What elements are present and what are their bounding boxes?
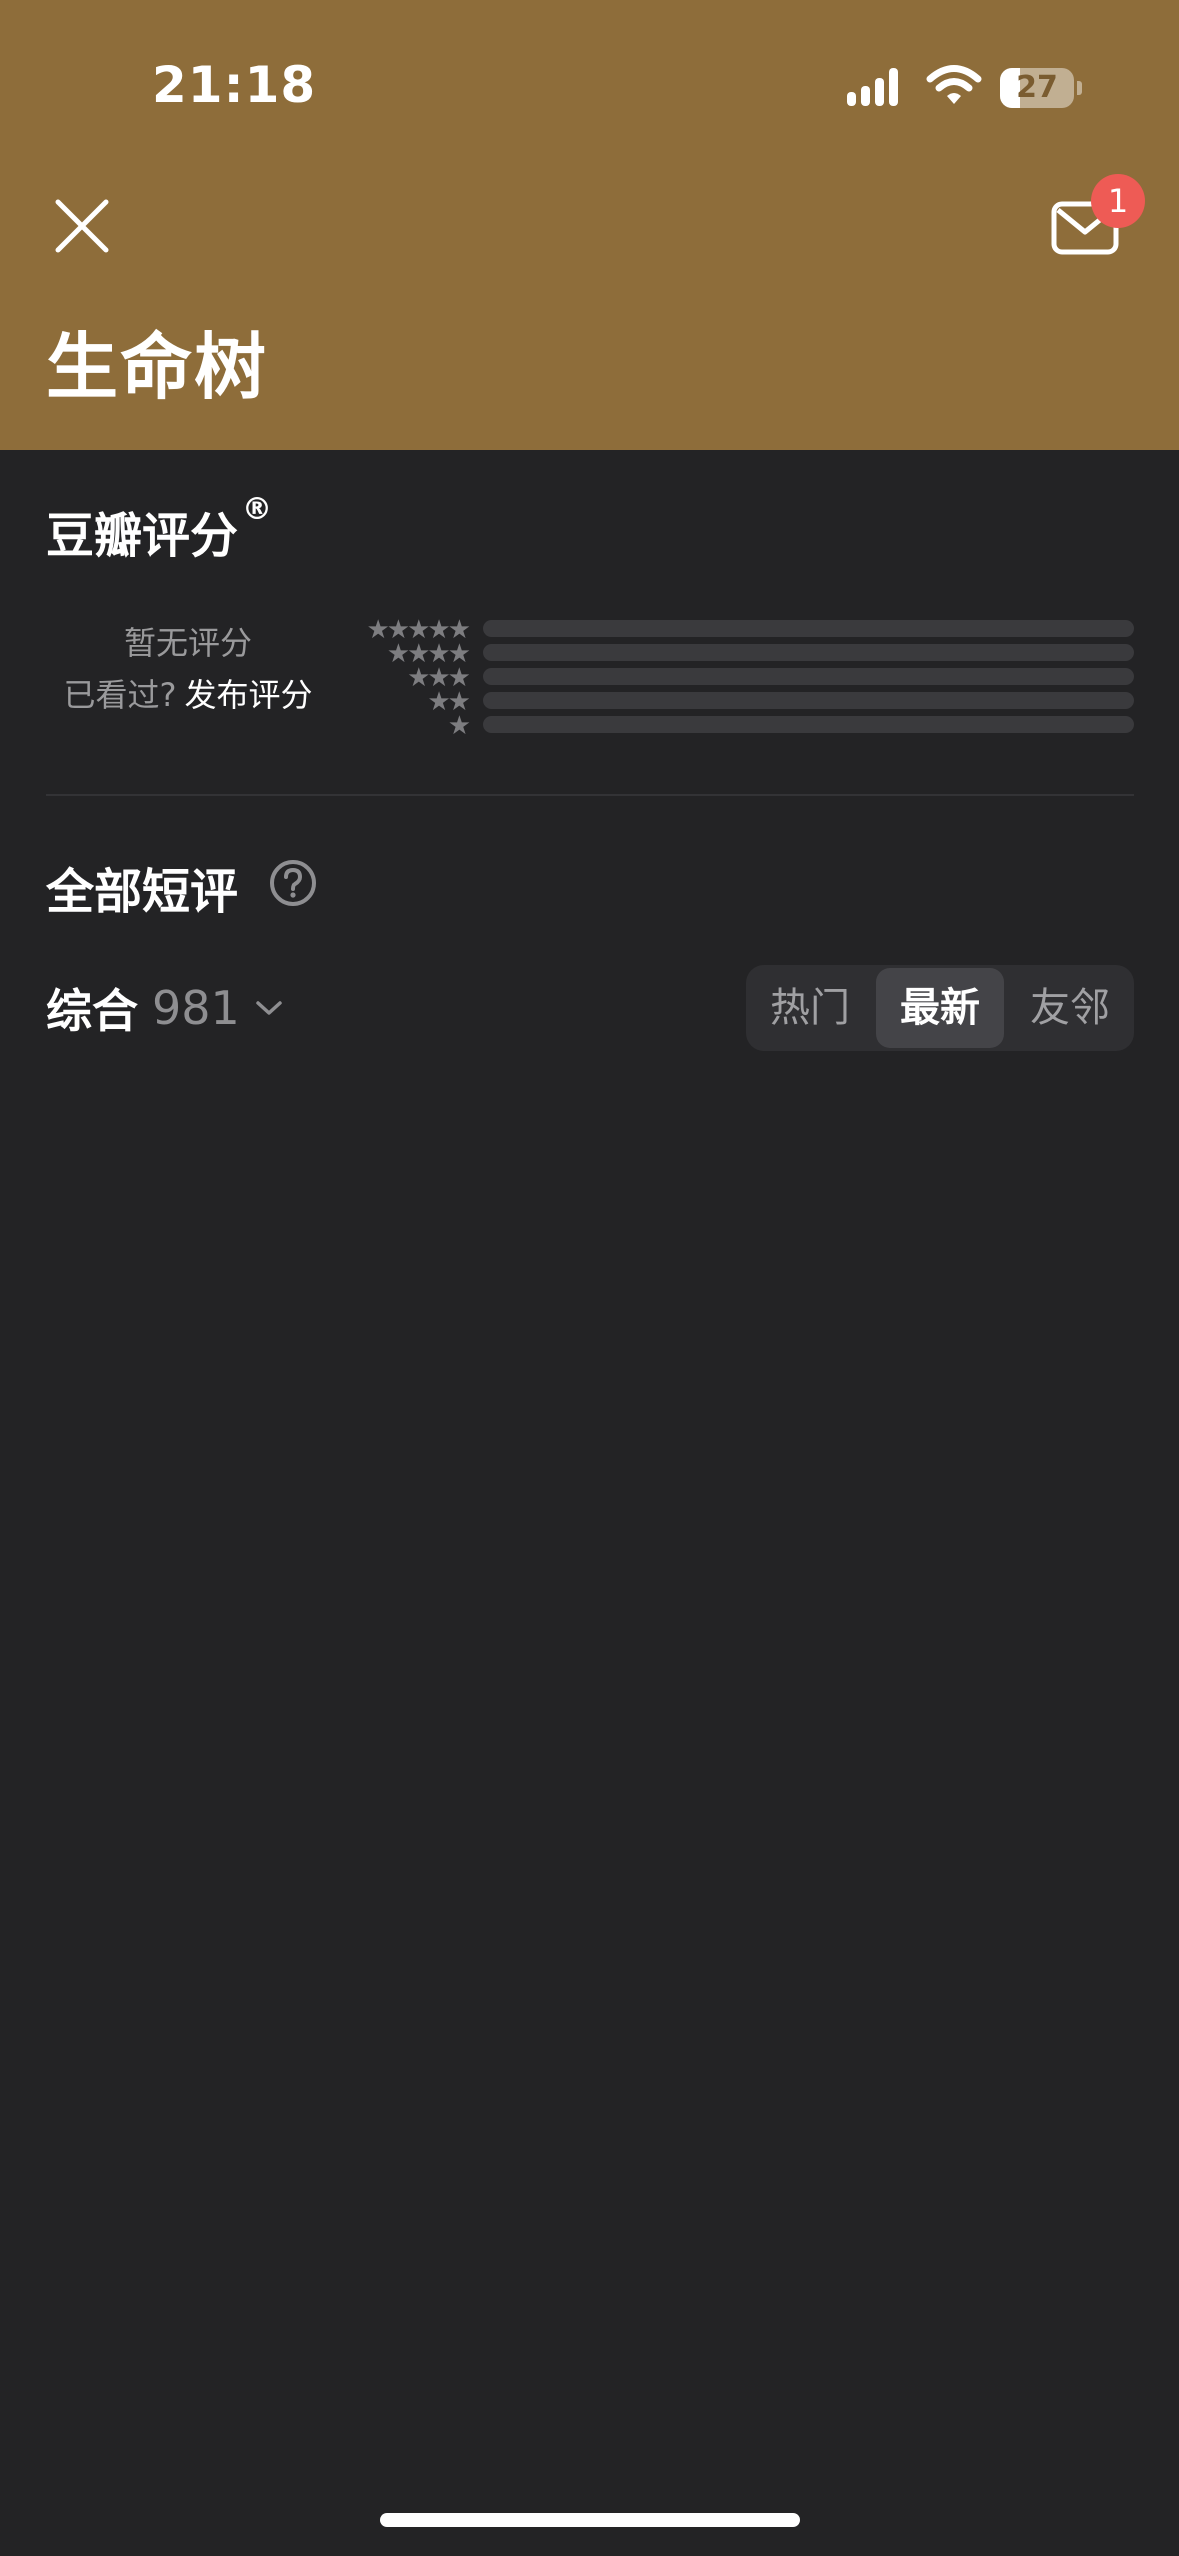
tab-hot[interactable]: 热门 xyxy=(746,965,874,1051)
rating-row-1-star: ★ xyxy=(0,711,1179,741)
header-bar: 21:18 27 1 生命树 xyxy=(0,0,1179,450)
comment-sort-tabs: 热门 最新 友邻 xyxy=(746,965,1134,1051)
rating-bar xyxy=(483,620,1134,637)
rating-bar xyxy=(483,692,1134,709)
comment-count: 981 xyxy=(152,981,240,1035)
status-time: 21:18 xyxy=(152,56,317,114)
rating-row-3-star: ★★★ xyxy=(0,663,1179,693)
rating-row-4-star: ★★★★ xyxy=(0,639,1179,669)
chevron-down-icon xyxy=(256,1001,282,1015)
mail-badge: 1 xyxy=(1091,174,1145,228)
page-title: 生命树 xyxy=(46,325,269,409)
sort-label: 综合 xyxy=(46,984,138,1038)
tab-latest[interactable]: 最新 xyxy=(876,968,1004,1048)
cellular-signal-icon xyxy=(847,68,898,106)
wifi-icon xyxy=(926,65,982,104)
rating-section-title: 豆瓣评分 ® xyxy=(46,492,272,566)
section-divider xyxy=(46,794,1134,796)
rating-bar xyxy=(483,644,1134,661)
question-circle-icon[interactable] xyxy=(268,858,318,908)
comments-section-title: 全部短评 xyxy=(46,864,239,920)
battery-indicator: 27 xyxy=(1000,68,1082,108)
battery-level: 27 xyxy=(1016,70,1058,105)
rating-title-text: 豆瓣评分 xyxy=(46,508,239,564)
star-icon: ★ xyxy=(447,711,471,741)
sort-dropdown[interactable]: 综合 981 xyxy=(46,978,284,1038)
tab-friends[interactable]: 友邻 xyxy=(1006,965,1134,1051)
close-icon[interactable] xyxy=(52,196,112,256)
home-indicator xyxy=(380,2513,800,2527)
registered-mark: ® xyxy=(242,492,273,527)
rating-row-5-star: ★★★★★ xyxy=(0,615,1179,645)
rating-bar xyxy=(483,716,1134,733)
rating-bar xyxy=(483,668,1134,685)
rating-row-2-star: ★★ xyxy=(0,687,1179,717)
